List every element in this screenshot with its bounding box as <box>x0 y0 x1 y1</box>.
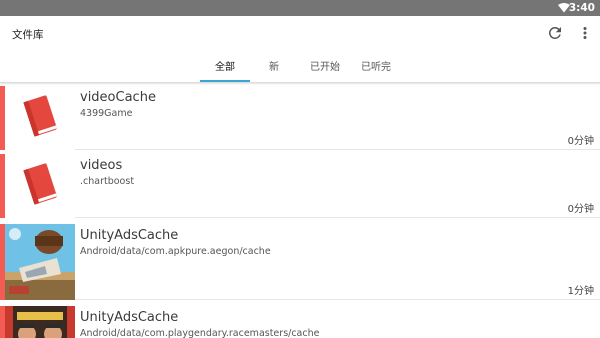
divider <box>75 149 600 150</box>
tab-started[interactable]: 已开始 <box>300 58 350 82</box>
item-title: videos <box>80 158 123 173</box>
game-cover-image <box>5 306 75 338</box>
app-bar: 文件库 <box>0 16 600 52</box>
tab-new[interactable]: 新 <box>259 58 289 82</box>
more-vert-icon[interactable] <box>578 24 592 42</box>
item-path: 4399Game <box>80 108 133 119</box>
tab-label: 新 <box>269 62 279 73</box>
book-icon <box>23 163 57 205</box>
list-item[interactable]: UnityAdsCache Android/data/com.playgenda… <box>0 306 600 338</box>
item-title: UnityAdsCache <box>80 228 179 243</box>
item-path: Android/data/com.apkpure.aegon/cache <box>80 246 271 257</box>
tab-bar: 全部 新 已开始 已听完 <box>0 52 600 85</box>
item-thumbnail <box>5 86 75 150</box>
item-duration: 1分钟 <box>567 286 594 297</box>
status-bar: 3:40 <box>0 0 600 16</box>
tab-finished[interactable]: 已听完 <box>351 58 401 82</box>
book-icon <box>23 95 57 137</box>
game-cover-art <box>5 224 75 300</box>
tab-label: 已听完 <box>361 62 391 73</box>
list-item[interactable]: UnityAdsCache Android/data/com.apkpure.a… <box>0 224 600 300</box>
item-path: .chartboost <box>80 176 135 187</box>
tab-shadow <box>0 82 600 85</box>
divider <box>75 217 600 218</box>
page-title: 文件库 <box>12 29 44 41</box>
game-cover-image <box>5 224 75 300</box>
game-cover-art <box>5 306 75 338</box>
tab-all[interactable]: 全部 <box>200 58 250 82</box>
item-thumbnail <box>5 154 75 218</box>
item-path: Android/data/com.playgendary.racemasters… <box>80 328 320 338</box>
item-duration: 0分钟 <box>567 136 594 147</box>
item-title: UnityAdsCache <box>80 310 179 325</box>
list-item[interactable]: videoCache 4399Game 0分钟 <box>0 86 600 150</box>
tab-label: 已开始 <box>310 62 340 73</box>
divider <box>75 299 600 300</box>
tab-label: 全部 <box>215 62 235 73</box>
refresh-icon[interactable] <box>546 24 564 42</box>
status-time: 3:40 <box>568 2 595 14</box>
item-title: videoCache <box>80 90 156 105</box>
item-duration: 0分钟 <box>567 204 594 215</box>
list-item[interactable]: videos .chartboost 0分钟 <box>0 154 600 218</box>
